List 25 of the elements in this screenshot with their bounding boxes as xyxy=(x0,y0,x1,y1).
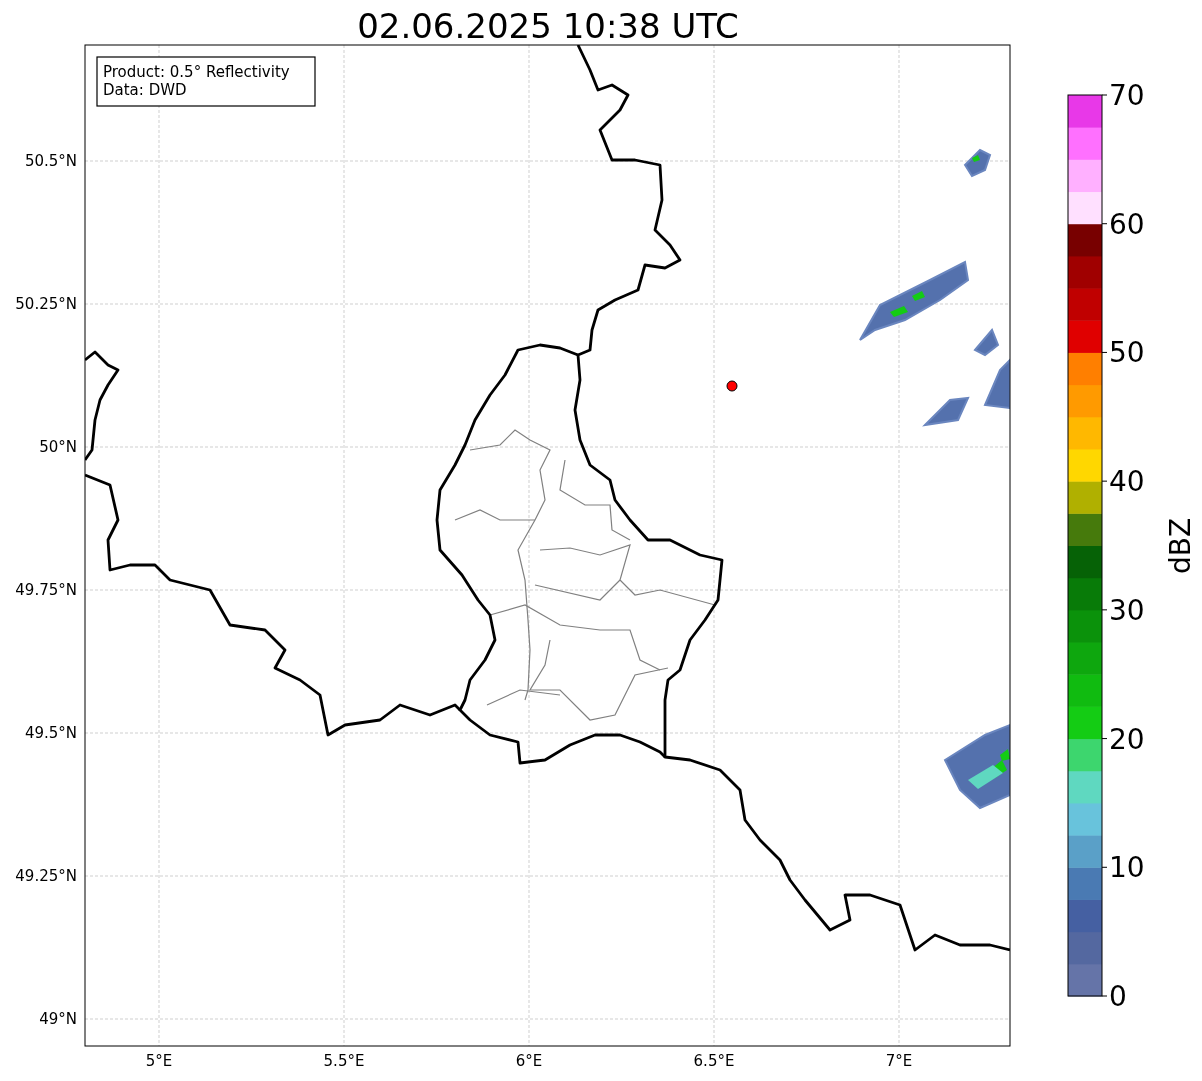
info-text: Data: DWD xyxy=(103,81,187,99)
colorbar-tick-label: 60 xyxy=(1109,207,1145,241)
colorbar-tick-label: 20 xyxy=(1109,722,1145,756)
axis-tick-label: 49°N xyxy=(39,1010,77,1028)
axis-tick-label: 7°E xyxy=(885,1052,913,1070)
axis-tick-label: 50.5°N xyxy=(24,152,77,170)
axis-tick-label: 49.75°N xyxy=(15,581,77,599)
axis-tick-label: 49.25°N xyxy=(15,867,77,885)
colorbar-tick-label: 0 xyxy=(1109,980,1127,1013)
colorbar-tick-label: 10 xyxy=(1109,851,1145,885)
axis-tick-label: 50.25°N xyxy=(15,295,77,313)
axis-tick-label: 50°N xyxy=(39,438,77,456)
colorbar-tick-label: 40 xyxy=(1109,465,1145,499)
chart-title: 02.06.2025 10:38 UTC xyxy=(357,6,739,46)
axis-tick-label: 49.5°N xyxy=(24,724,77,742)
axis-tick-label: 6°E xyxy=(515,1052,543,1070)
colorbar-tick-label: 50 xyxy=(1109,336,1145,370)
info-text: Product: 0.5° Reflectivity xyxy=(103,63,290,81)
colorbar-tick-label: 70 xyxy=(1109,79,1145,112)
axis-tick-label: 6.5°E xyxy=(693,1052,735,1070)
axis-tick-label: 5°E xyxy=(145,1052,173,1070)
colorbar-label: dBZ xyxy=(1164,517,1197,575)
colorbar-tick-label: 30 xyxy=(1109,593,1145,627)
location-marker xyxy=(726,380,738,392)
axis-tick-label: 5.5°E xyxy=(323,1052,365,1070)
